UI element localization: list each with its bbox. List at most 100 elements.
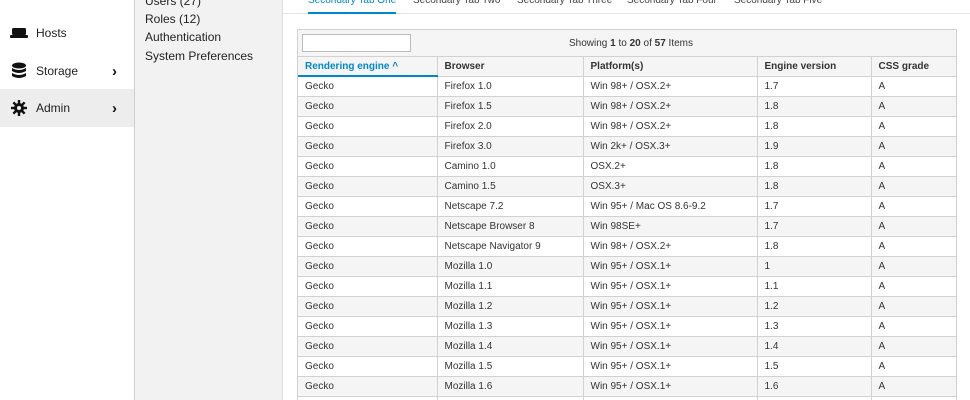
table-cell: Mozilla 1.0 — [437, 256, 584, 277]
monitor-icon — [10, 0, 28, 7]
table-cell: Gecko — [298, 116, 438, 137]
nav-item-top-partial[interactable] — [0, 0, 134, 8]
gear-icon — [10, 99, 28, 117]
nav-item-admin[interactable]: Admin › — [0, 89, 134, 127]
table-cell: 1.8 — [757, 236, 872, 257]
table-cell: Win 98+ / OSX.2+ — [583, 96, 758, 117]
table-row[interactable]: Gecko Firefox 1.5 Win 98+ / OSX.2+ 1.8 A — [298, 96, 956, 117]
column-header-css-grade[interactable]: CSS grade — [871, 57, 956, 77]
table-cell: Gecko — [298, 276, 438, 297]
table-cell: 1.8 — [757, 96, 872, 117]
tab-secondary-three[interactable]: Secondary Tab Three — [517, 0, 612, 14]
table-row[interactable]: Gecko Firefox 2.0 Win 98+ / OSX.2+ 1.8 A — [298, 116, 956, 137]
table-cell: A — [871, 236, 956, 257]
table-cell: Gecko — [298, 296, 438, 317]
table-cell: A — [871, 116, 956, 137]
table-cell: Camino 1.5 — [437, 176, 584, 197]
table-cell: Camino 1.0 — [437, 156, 584, 177]
table-cell: A — [871, 196, 956, 217]
data-table-container: Showing 1 to 20 of 57 Items Rendering en… — [297, 29, 957, 400]
table-cell: Gecko — [298, 156, 438, 177]
secnav-item-authentication[interactable]: Authentication — [145, 30, 221, 44]
table-cell: 1.5 — [757, 356, 872, 377]
table-row[interactable]: Gecko Netscape Navigator 9 Win 98+ / OSX.2… — [298, 236, 956, 257]
table-row[interactable]: Gecko Mozilla 1.0 Win 95+ / OSX.1+ 1 A — [298, 256, 956, 277]
table-cell: A — [871, 216, 956, 237]
table-row[interactable]: Gecko Mozilla 1.5 Win 95+ / OSX.1+ 1.5 A — [298, 356, 956, 377]
table-cell: 1.8 — [757, 176, 872, 197]
nav-item-hosts[interactable]: Hosts — [0, 14, 134, 52]
table-row[interactable]: Gecko Mozilla 1.6 Win 95+ / OSX.1+ 1.6 A — [298, 376, 956, 397]
table-cell: Mozilla 1.7 — [437, 396, 584, 400]
table-cell: A — [871, 96, 956, 117]
nav-item-storage[interactable]: Storage › — [0, 52, 134, 90]
column-header-platforms[interactable]: Platform(s) — [583, 57, 758, 77]
table-cell: Win 98+ / OSX.1+ — [583, 396, 758, 400]
column-header-engine-version[interactable]: Engine version — [757, 57, 872, 77]
table-cell: 1.4 — [757, 336, 872, 357]
table-row[interactable]: Gecko Firefox 1.0 Win 98+ / OSX.2+ 1.7 A — [298, 76, 956, 97]
table-cell: A — [871, 136, 956, 157]
chevron-right-icon: › — [112, 99, 117, 117]
primary-nav: Hosts Storage › Admin › — [0, 0, 135, 400]
table-cell: A — [871, 176, 956, 197]
table-cell: Win 98+ / OSX.2+ — [583, 76, 758, 97]
tab-secondary-two[interactable]: Secondary Tab Two — [413, 0, 500, 14]
nav-item-label: Storage — [36, 64, 79, 78]
data-table: Rendering engine ^ Browser Platform(s) E… — [298, 57, 956, 400]
column-header-rendering-engine[interactable]: Rendering engine ^ — [298, 57, 438, 77]
table-cell: Mozilla 1.5 — [437, 356, 584, 377]
table-cell: Gecko — [298, 196, 438, 217]
table-cell: 1.8 — [757, 156, 872, 177]
table-row[interactable]: Gecko Netscape 7.2 Win 95+ / Mac OS 8.6-9.… — [298, 196, 956, 217]
table-cell: Gecko — [298, 376, 438, 397]
table-cell: Firefox 2.0 — [437, 116, 584, 137]
table-cell: 1.7 — [757, 76, 872, 97]
table-cell: 1.6 — [757, 376, 872, 397]
table-cell: Gecko — [298, 176, 438, 197]
table-cell: Win 95+ / OSX.1+ — [583, 316, 758, 337]
table-cell: 1.2 — [757, 296, 872, 317]
table-cell: A — [871, 336, 956, 357]
table-row[interactable]: Gecko Camino 1.5 OSX.3+ 1.8 A — [298, 176, 956, 197]
table-row[interactable]: Gecko Mozilla 1.3 Win 95+ / OSX.1+ 1.3 A — [298, 316, 956, 337]
secnav-item-system-preferences[interactable]: System Preferences — [145, 49, 253, 63]
table-row[interactable]: Gecko Mozilla 1.1 Win 95+ / OSX.1+ 1.1 A — [298, 276, 956, 297]
table-cell: Mozilla 1.6 — [437, 376, 584, 397]
tab-secondary-one[interactable]: Secondary Tab One — [308, 0, 397, 14]
table-cell: A — [871, 296, 956, 317]
column-header-browser[interactable]: Browser — [437, 57, 584, 77]
table-cell: A — [871, 256, 956, 277]
secnav-item-users[interactable]: Users (27) — [145, 0, 201, 8]
table-row[interactable]: Gecko Firefox 3.0 Win 2k+ / OSX.3+ 1.9 A — [298, 136, 956, 157]
tab-secondary-four[interactable]: Secondary Tab Four — [627, 0, 717, 14]
table-row[interactable]: Gecko Netscape Browser 8 Win 98SE+ 1.7 A — [298, 216, 956, 237]
table-cell: A — [871, 156, 956, 177]
table-row[interactable]: Gecko Mozilla 1.2 Win 95+ / OSX.1+ 1.2 A — [298, 296, 956, 317]
secnav-item-roles[interactable]: Roles (12) — [145, 12, 200, 26]
table-cell: Win 95+ / Mac OS 8.6-9.2 — [583, 196, 758, 217]
filter-input[interactable] — [302, 34, 411, 52]
table-cell: Gecko — [298, 316, 438, 337]
table-cell: Gecko — [298, 136, 438, 157]
table-cell: Netscape Navigator 9 — [437, 236, 584, 257]
table-cell: Firefox 3.0 — [437, 136, 584, 157]
table-row[interactable]: Gecko Mozilla 1.4 Win 95+ / OSX.1+ 1.4 A — [298, 336, 956, 357]
table-cell: Mozilla 1.2 — [437, 296, 584, 317]
table-header-row: Rendering engine ^ Browser Platform(s) E… — [298, 57, 956, 77]
table-cell: 1.8 — [757, 116, 872, 137]
table-cell: Gecko — [298, 236, 438, 257]
table-cell: Mozilla 1.1 — [437, 276, 584, 297]
tab-secondary-five[interactable]: Secondary Tab Five — [734, 0, 822, 14]
table-cell: A — [871, 376, 956, 397]
items-count-text: Showing 1 to 20 of 57 Items — [569, 38, 693, 49]
table-body: Gecko Firefox 1.0 Win 98+ / OSX.2+ 1.7 A Geck… — [298, 76, 956, 400]
table-cell: A — [871, 356, 956, 377]
table-cell: 1.7 — [757, 196, 872, 217]
table-row[interactable]: GeckoMozilla 1.7Win 98+ / OSX.1+1.7A — [298, 396, 956, 400]
table-row[interactable]: Gecko Camino 1.0 OSX.2+ 1.8 A — [298, 156, 956, 177]
table-cell: Gecko — [298, 256, 438, 277]
table-cell: Win 98SE+ — [583, 216, 758, 237]
table-cell: 1 — [757, 256, 872, 277]
table-cell: Gecko — [298, 396, 438, 400]
